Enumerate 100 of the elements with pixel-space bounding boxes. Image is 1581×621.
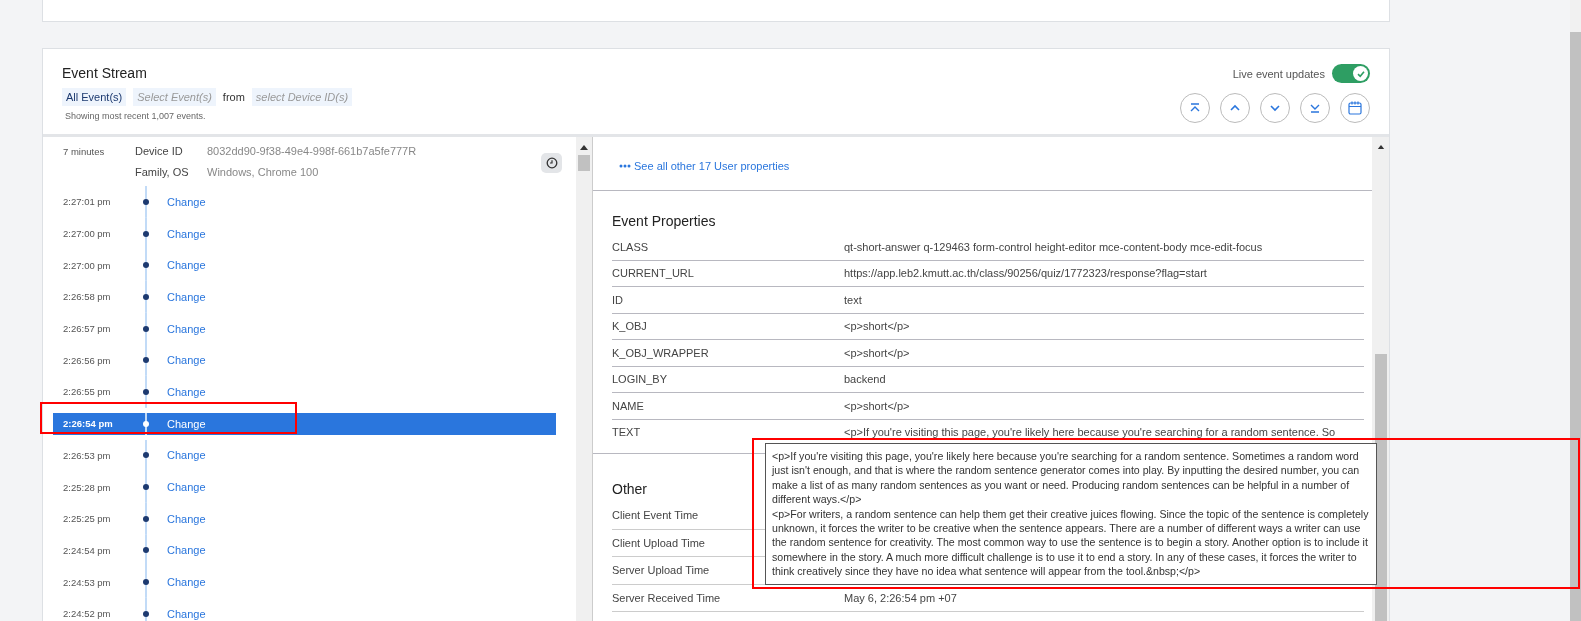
property-name: CURRENT_URL bbox=[612, 267, 694, 280]
event-time: 2:26:57 pm bbox=[62, 323, 112, 335]
event-row[interactable]: 2:27:00 pm Change bbox=[53, 217, 556, 250]
filter-field[interactable]: select Device ID(s) bbox=[251, 88, 353, 106]
session-age: 7 minutes bbox=[63, 145, 106, 159]
event-row[interactable]: 2:26:58 pm Change bbox=[53, 281, 556, 313]
field-label: Family, OS bbox=[135, 165, 190, 180]
property-name: Client Event Time bbox=[612, 509, 699, 522]
filter-field[interactable]: Select Event(s) bbox=[133, 88, 216, 106]
event-row[interactable]: 2:25:25 pm Change bbox=[53, 502, 556, 535]
scroll-up-arrow-icon[interactable] bbox=[1376, 145, 1385, 150]
event-row[interactable]: 2:27:01 pm Change bbox=[53, 186, 556, 218]
timeline-dot bbox=[143, 420, 149, 427]
event-link[interactable]: Change bbox=[167, 385, 206, 398]
property-name: K_OBJ bbox=[612, 320, 647, 333]
event-link[interactable]: Change bbox=[167, 227, 206, 240]
event-link[interactable]: Change bbox=[167, 481, 206, 494]
panel-title: Event Stream bbox=[62, 65, 148, 81]
timeline-dot bbox=[143, 547, 149, 554]
event-time: 2:24:53 pm bbox=[62, 576, 112, 588]
event-row[interactable]: 2:27:00 pm Change bbox=[53, 249, 556, 282]
checkmark-icon bbox=[1355, 68, 1366, 79]
timeline-dot bbox=[143, 293, 149, 300]
field-value: Windows, Chrome 100 bbox=[207, 165, 320, 180]
event-time: 2:26:58 pm bbox=[62, 291, 112, 303]
timeline-dot bbox=[143, 230, 149, 237]
property-value: qt-short-answer q-129463 form-control height-editor mce-content-body mce-edit-focus bbox=[844, 240, 1263, 253]
property-value: May 6, 2:26:54 pm +07 bbox=[844, 591, 957, 604]
property-name: CLASS bbox=[612, 240, 649, 253]
timeline-dot bbox=[143, 325, 149, 332]
property-name: TEXT bbox=[612, 426, 641, 439]
event-time: 2:24:54 pm bbox=[62, 544, 112, 556]
scroll-up-button[interactable] bbox=[1220, 93, 1250, 123]
timeline-dot bbox=[143, 515, 149, 522]
event-link[interactable]: Change bbox=[167, 417, 206, 430]
event-row[interactable]: 2:26:56 pm Change bbox=[53, 344, 556, 377]
calendar-icon bbox=[1347, 100, 1363, 116]
event-link[interactable]: Change bbox=[167, 512, 206, 525]
event-link[interactable]: Change bbox=[167, 576, 206, 589]
event-time: 2:27:01 pm bbox=[62, 196, 112, 208]
scroll-to-bottom-button[interactable] bbox=[1300, 93, 1330, 123]
property-value: <p>short</p> bbox=[844, 320, 910, 333]
event-link[interactable]: Change bbox=[167, 290, 206, 303]
history-button[interactable] bbox=[541, 153, 562, 173]
event-link[interactable]: Change bbox=[167, 449, 206, 462]
event-link[interactable]: Change bbox=[167, 544, 206, 557]
event-link[interactable]: Change bbox=[167, 259, 206, 272]
calendar-button[interactable] bbox=[1340, 93, 1370, 123]
property-value: backend bbox=[844, 373, 886, 386]
timeline-dot bbox=[143, 388, 149, 395]
scroll-to-top-button[interactable] bbox=[1180, 93, 1210, 123]
event-time: 2:26:54 pm bbox=[62, 418, 114, 430]
property-name: LOGIN_BY bbox=[612, 373, 668, 386]
event-time: 2:26:55 pm bbox=[62, 386, 112, 398]
property-value: <p>short</p> bbox=[844, 399, 910, 412]
timeline-dot bbox=[143, 484, 149, 491]
event-row[interactable]: 2:26:55 pm Change bbox=[53, 376, 556, 408]
event-row[interactable]: 2:24:53 pm Change bbox=[53, 566, 556, 598]
event-row[interactable]: 2:26:54 pm Change bbox=[53, 412, 556, 435]
property-value: <p>short</p> bbox=[844, 346, 910, 359]
event-time: 2:26:56 pm bbox=[62, 354, 112, 366]
timeline-dot bbox=[143, 579, 149, 586]
event-link[interactable]: Change bbox=[167, 195, 206, 208]
event-row[interactable]: 2:25:28 pm Change bbox=[53, 471, 556, 503]
event-time: 2:26:53 pm bbox=[62, 449, 112, 461]
scroll-down-button[interactable] bbox=[1260, 93, 1290, 123]
event-time: 2:27:00 pm bbox=[62, 228, 112, 240]
property-name: ID bbox=[612, 293, 623, 306]
timeline-dot bbox=[143, 452, 149, 459]
field-label: Device ID bbox=[135, 145, 184, 159]
event-link[interactable]: Change bbox=[167, 607, 206, 620]
scrollbar[interactable] bbox=[576, 137, 592, 621]
field-value: 8032dd90-9f38-49e4-998f-661b7a5fe777R bbox=[207, 145, 417, 159]
timeline-dot bbox=[143, 357, 149, 364]
scroll-up-arrow-icon[interactable] bbox=[580, 145, 588, 150]
event-count-caption: Showing most recent 1,007 events. bbox=[65, 111, 207, 121]
event-time: 2:27:00 pm bbox=[62, 259, 112, 271]
event-row[interactable]: 2:26:57 pm Change bbox=[53, 312, 556, 345]
event-time: 2:24:52 pm bbox=[62, 608, 112, 620]
see-more-link[interactable]: See all other 17 User properties bbox=[619, 160, 790, 172]
property-value: <p>If you're visiting this page, you're likely here because you're searching for a random sentence. So bbox=[844, 426, 1336, 439]
event-row[interactable]: 2:24:54 pm Change bbox=[53, 534, 556, 567]
event-filter-chip[interactable]: All Event(s) bbox=[62, 88, 127, 106]
property-value: text bbox=[844, 293, 862, 306]
timeline-dot bbox=[143, 610, 149, 617]
property-name: K_OBJ_WRAPPER bbox=[612, 346, 709, 359]
scrollbar-thumb[interactable] bbox=[578, 155, 590, 171]
event-row[interactable]: 2:26:53 pm Change bbox=[53, 439, 556, 472]
live-updates-toggle[interactable] bbox=[1332, 64, 1370, 83]
event-time: 2:25:28 pm bbox=[62, 481, 112, 493]
event-link[interactable]: Change bbox=[167, 322, 206, 335]
tooltip-text: <p>For writers, a random sentence can help them get their creative juices flowing. Since the topic of the sentence is completely unknown, it forces the writer to be creative when the sentence appears. There are a number of different ways a writer can use the random sentence for creativity. The most common way to use the sentence is to begin a story. Another option is to include it somewhere in the story. A much more difficult challenge is to use it to end a story. In any of these cases, it forces the writer to think creatively since they have no idea what sentence will appear from the tool.&nbsp;</p> bbox=[772, 506, 1370, 579]
property-name: Server Upload Time bbox=[612, 564, 710, 577]
section-title: Event Properties bbox=[612, 213, 716, 229]
event-row[interactable]: 2:24:52 pm Change bbox=[53, 597, 556, 621]
event-link[interactable]: Change bbox=[167, 354, 206, 367]
property-value: https://app.leb2.kmutt.ac.th/class/90256/quiz/1772323/response?flag=start bbox=[844, 267, 1207, 280]
more-dots-icon bbox=[619, 164, 631, 168]
from-label: from bbox=[222, 91, 245, 103]
event-time: 2:25:25 pm bbox=[62, 513, 112, 525]
